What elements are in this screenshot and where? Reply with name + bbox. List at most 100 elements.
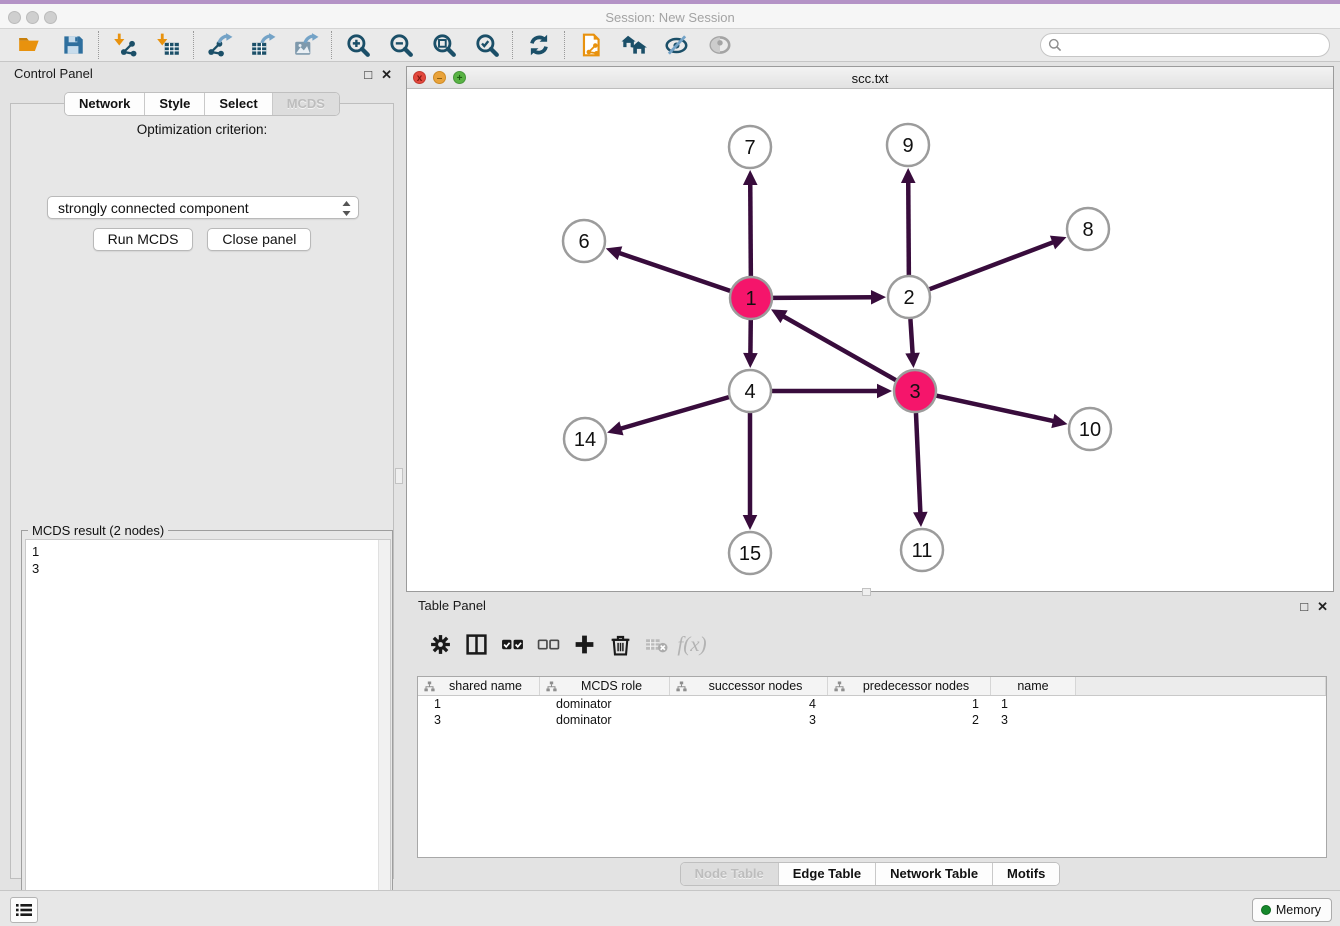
graph-node-8[interactable]: 8	[1067, 208, 1109, 250]
network-view-window: x – + scc.txt 7 9 6 8 1 2 4 3 14 10 15 11	[406, 66, 1334, 592]
tab-node-table[interactable]: Node Table	[681, 863, 779, 885]
refresh-button[interactable]	[517, 30, 560, 60]
run-mcds-button[interactable]: Run MCDS	[93, 228, 194, 251]
svg-text:8: 8	[1082, 219, 1093, 241]
graph-edge-1-4[interactable]	[743, 320, 758, 368]
result-scrollbar[interactable]	[378, 540, 390, 905]
close-panel-icon[interactable]: ✕	[381, 68, 392, 81]
add-column-button[interactable]	[569, 629, 599, 659]
graph-edge-2-9[interactable]	[901, 168, 916, 275]
attribute-type-icon	[424, 681, 435, 692]
export-network-button[interactable]	[198, 30, 241, 60]
graph-edge-3-1[interactable]	[771, 309, 896, 380]
cell-MCDS-role[interactable]: dominator	[540, 696, 670, 712]
graph-node-15[interactable]: 15	[729, 532, 771, 574]
tab-select[interactable]: Select	[205, 93, 272, 115]
toggle-graphics-button[interactable]	[655, 30, 698, 60]
deselect-all-button[interactable]	[533, 629, 563, 659]
mcds-result-text[interactable]: 1 3	[25, 539, 391, 906]
vertical-splitter-handle[interactable]	[395, 468, 403, 484]
graph-edge-1-7[interactable]	[743, 170, 758, 276]
export-image-button[interactable]	[284, 30, 327, 60]
svg-text:11: 11	[912, 540, 933, 562]
export-table-button[interactable]	[241, 30, 284, 60]
column-header-name[interactable]: name	[991, 677, 1076, 695]
graph-node-7[interactable]: 7	[729, 126, 771, 168]
cell-shared-name[interactable]: 1	[418, 696, 540, 712]
delete-column-button[interactable]	[605, 629, 635, 659]
zoom-fit-icon	[431, 32, 457, 58]
toolbar-separator	[512, 31, 513, 59]
graph-edge-2-3[interactable]	[905, 319, 920, 368]
graph-node-3[interactable]: 3	[894, 370, 936, 412]
attribute-type-icon	[834, 681, 845, 692]
cell-MCDS-role[interactable]: dominator	[540, 712, 670, 728]
import-network-button[interactable]	[103, 30, 146, 60]
zoom-selected-button[interactable]	[465, 30, 508, 60]
cell-successor-nodes[interactable]: 4	[670, 696, 828, 712]
graph-node-10[interactable]: 10	[1069, 408, 1111, 450]
search-box[interactable]	[1040, 33, 1330, 57]
open-file-button[interactable]	[8, 30, 51, 60]
memory-button[interactable]: Memory	[1252, 898, 1332, 922]
svg-text:14: 14	[574, 429, 596, 451]
column-header-shared-name[interactable]: shared name	[418, 677, 540, 695]
network-canvas[interactable]: 7 9 6 8 1 2 4 3 14 10 15 11	[407, 89, 1333, 592]
tab-network[interactable]: Network	[65, 93, 145, 115]
graph-node-9[interactable]: 9	[887, 124, 929, 166]
graph-edge-3-11[interactable]	[913, 413, 928, 527]
gear-button[interactable]	[425, 629, 455, 659]
graph-edge-2-8[interactable]	[930, 236, 1067, 290]
horizontal-splitter-handle[interactable]	[862, 588, 871, 596]
graph-node-1[interactable]: 1	[730, 277, 772, 319]
cell-predecessor-nodes[interactable]: 1	[828, 696, 991, 712]
tab-mcds[interactable]: MCDS	[273, 93, 339, 115]
clone-network-button[interactable]	[569, 30, 612, 60]
graph-node-6[interactable]: 6	[563, 220, 605, 262]
graph-edge-3-10[interactable]	[936, 396, 1067, 428]
network-view-titlebar[interactable]: x – + scc.txt	[407, 67, 1333, 89]
tab-network-table[interactable]: Network Table	[876, 863, 993, 885]
tab-style[interactable]: Style	[145, 93, 205, 115]
tab-edge-table[interactable]: Edge Table	[779, 863, 876, 885]
close-panel-button[interactable]: Close panel	[207, 228, 311, 251]
graph-node-11[interactable]: 11	[901, 529, 943, 571]
memory-status-icon	[1261, 905, 1271, 915]
graph-node-4[interactable]: 4	[729, 370, 771, 412]
graph-edge-1-6[interactable]	[606, 246, 730, 291]
graph-edge-4-15[interactable]	[743, 413, 758, 530]
select-all-button[interactable]	[497, 629, 527, 659]
search-input[interactable]	[1066, 36, 1329, 54]
float-panel-icon[interactable]: □	[364, 68, 372, 81]
cell-successor-nodes[interactable]: 3	[670, 712, 828, 728]
svg-text:3: 3	[909, 381, 920, 403]
float-table-panel-icon[interactable]: □	[1300, 600, 1308, 613]
zoom-in-button[interactable]	[336, 30, 379, 60]
column-header-successor-nodes[interactable]: successor nodes	[670, 677, 828, 695]
cell-shared-name[interactable]: 3	[418, 712, 540, 728]
zoom-out-button[interactable]	[379, 30, 422, 60]
graph-edge-1-2[interactable]	[773, 290, 886, 305]
graph-edge-4-14[interactable]	[607, 397, 729, 435]
table-row-1[interactable]: 1dominator411	[418, 696, 1326, 712]
graph-edge-4-3[interactable]	[772, 384, 892, 399]
tab-motifs[interactable]: Motifs	[993, 863, 1059, 885]
close-table-panel-icon[interactable]: ✕	[1317, 600, 1328, 613]
home-button[interactable]	[612, 30, 655, 60]
column-header-predecessor-nodes[interactable]: predecessor nodes	[828, 677, 991, 695]
cell-name[interactable]: 1	[991, 696, 1076, 712]
import-table-button[interactable]	[146, 30, 189, 60]
criterion-dropdown[interactable]: strongly connected component	[47, 196, 359, 219]
table-body: 1dominator4113dominator323	[418, 696, 1326, 728]
graph-node-2[interactable]: 2	[888, 276, 930, 318]
task-history-button[interactable]	[10, 897, 38, 923]
zoom-fit-button[interactable]	[422, 30, 465, 60]
control-panel: Control Panel □ ✕ NetworkStyleSelectMCDS…	[6, 66, 398, 882]
graph-node-14[interactable]: 14	[564, 418, 606, 460]
cell-name[interactable]: 3	[991, 712, 1076, 728]
cell-predecessor-nodes[interactable]: 2	[828, 712, 991, 728]
save-session-button[interactable]	[51, 30, 94, 60]
table-row-2[interactable]: 3dominator323	[418, 712, 1326, 728]
columns-button[interactable]	[461, 629, 491, 659]
column-header-MCDS-role[interactable]: MCDS role	[540, 677, 670, 695]
